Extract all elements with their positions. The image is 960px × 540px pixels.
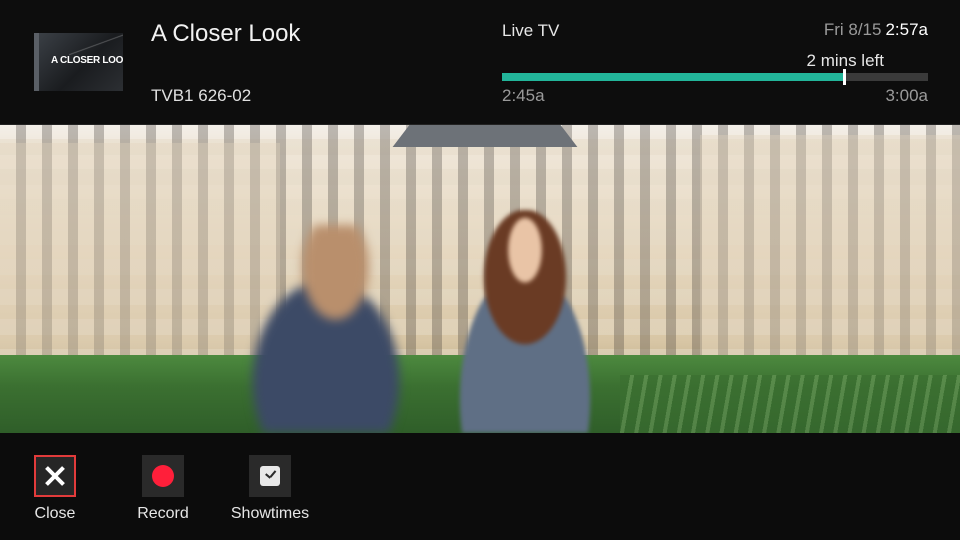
- close-tile[interactable]: [34, 455, 76, 497]
- program-info-bar: A CLOSER LOOK A Closer Look TVB1 626-02 …: [0, 0, 960, 125]
- program-thumbnail: A CLOSER LOOK: [34, 33, 123, 91]
- building-roof: [392, 125, 578, 147]
- building-right-wing: [700, 135, 960, 363]
- action-bar: Close Record Showtimes: [0, 433, 960, 540]
- close-icon: [36, 457, 74, 495]
- program-title: A Closer Look: [151, 20, 301, 47]
- showtimes-label: Showtimes: [230, 505, 310, 522]
- showtimes-tile[interactable]: [249, 455, 291, 497]
- close-button[interactable]: Close: [5, 455, 105, 523]
- showtimes-button[interactable]: Showtimes: [220, 455, 320, 523]
- close-label: Close: [34, 505, 76, 522]
- thumbnail-title: A CLOSER LOOK: [51, 55, 123, 66]
- record-label: Record: [137, 505, 189, 522]
- person-right: [430, 210, 620, 433]
- record-button[interactable]: Record: [113, 455, 213, 523]
- person-left-blurred: [250, 225, 440, 433]
- building-left-wing: [0, 143, 280, 363]
- record-tile[interactable]: [142, 455, 184, 497]
- program-start-time: 2:45a: [502, 86, 545, 105]
- live-video-frame[interactable]: [0, 125, 960, 433]
- record-icon: [152, 465, 174, 487]
- progress-fill: [502, 73, 843, 81]
- program-end-time: 3:00a: [885, 86, 928, 105]
- clock-icon: [260, 466, 280, 486]
- time-remaining: 2 mins left: [806, 51, 884, 70]
- playhead-marker: [842, 69, 846, 85]
- current-date: Fri 8/15: [823, 20, 882, 39]
- current-time: 2:57a: [885, 20, 928, 39]
- program-progress-bar: [502, 69, 928, 85]
- channel-label: TVB1 626-02: [151, 86, 252, 105]
- current-datetime: Fri 8/15 2:57a: [824, 20, 928, 40]
- live-tv-label: Live TV: [502, 21, 560, 40]
